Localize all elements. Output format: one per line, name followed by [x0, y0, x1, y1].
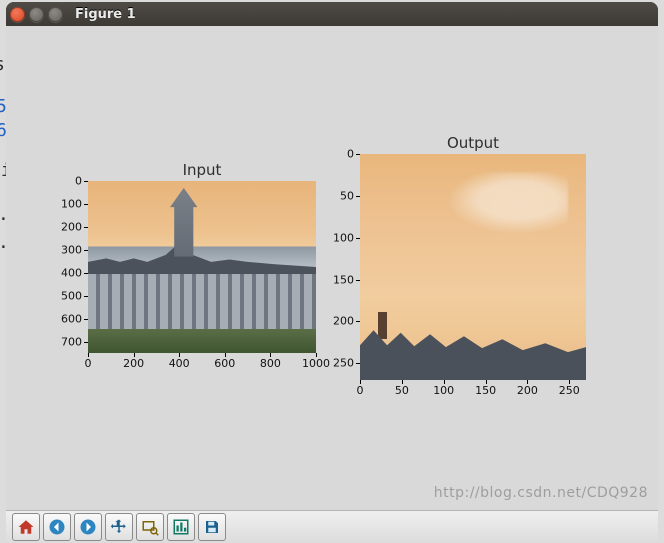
ytick: 100 — [42, 197, 88, 210]
subplot-config-icon — [172, 518, 190, 536]
xtick: 600 — [210, 353, 240, 370]
pan-button[interactable] — [105, 513, 133, 541]
ytick: 200 — [314, 315, 360, 328]
xtick: 800 — [255, 353, 285, 370]
subplot-output: Output 0 50 100 150 200 250 0 50 100 150… — [360, 154, 586, 380]
subplot-input-title: Input — [88, 161, 316, 179]
save-icon — [203, 518, 221, 536]
home-button[interactable] — [12, 513, 40, 541]
move-icon — [110, 518, 128, 536]
save-button[interactable] — [198, 513, 226, 541]
subplot-output-title: Output — [360, 134, 586, 152]
ytick: 0 — [314, 148, 360, 161]
figure-canvas[interactable]: Input 0 100 200 300 400 500 600 700 0 20… — [6, 26, 658, 511]
configure-subplots-button[interactable] — [167, 513, 195, 541]
axes-output — [360, 154, 586, 380]
input-image-placeholder — [88, 181, 316, 353]
ytick: 100 — [314, 231, 360, 244]
ytick: 500 — [42, 289, 88, 302]
ytick: 0 — [42, 175, 88, 188]
arrow-left-icon — [48, 518, 66, 536]
minimize-icon[interactable] — [29, 7, 44, 22]
ytick: 200 — [42, 220, 88, 233]
xtick: 200 — [119, 353, 149, 370]
home-icon — [17, 518, 35, 536]
xtick: 100 — [429, 380, 459, 397]
xtick: 0 — [345, 380, 375, 397]
window-titlebar: Figure 1 — [6, 2, 658, 26]
arrow-right-icon — [79, 518, 97, 536]
forward-button[interactable] — [74, 513, 102, 541]
close-icon[interactable] — [10, 7, 25, 22]
back-button[interactable] — [43, 513, 71, 541]
zoom-rect-icon — [141, 518, 159, 536]
zoom-button[interactable] — [136, 513, 164, 541]
xtick: 150 — [471, 380, 501, 397]
watermark-text: http://blog.csdn.net/CDQ928 — [434, 485, 648, 501]
ytick: 600 — [42, 312, 88, 325]
ytick: 50 — [314, 189, 360, 202]
ytick: 400 — [42, 266, 88, 279]
axes-input — [88, 181, 316, 353]
ytick: 300 — [42, 243, 88, 256]
xtick: 0 — [73, 353, 103, 370]
xtick: 400 — [164, 353, 194, 370]
subplot-input: Input 0 100 200 300 400 500 600 700 0 20… — [88, 181, 316, 353]
xtick: 50 — [387, 380, 417, 397]
ytick: 700 — [42, 335, 88, 348]
ytick: 150 — [314, 273, 360, 286]
figure-window: Figure 1 Input 0 100 200 300 400 500 600… — [6, 2, 658, 543]
mpl-toolbar — [6, 510, 658, 543]
ytick: 250 — [314, 357, 360, 370]
window-title: Figure 1 — [75, 7, 136, 22]
xtick: 200 — [512, 380, 542, 397]
maximize-icon[interactable] — [48, 7, 63, 22]
output-image-placeholder — [360, 154, 586, 380]
xtick: 250 — [554, 380, 584, 397]
